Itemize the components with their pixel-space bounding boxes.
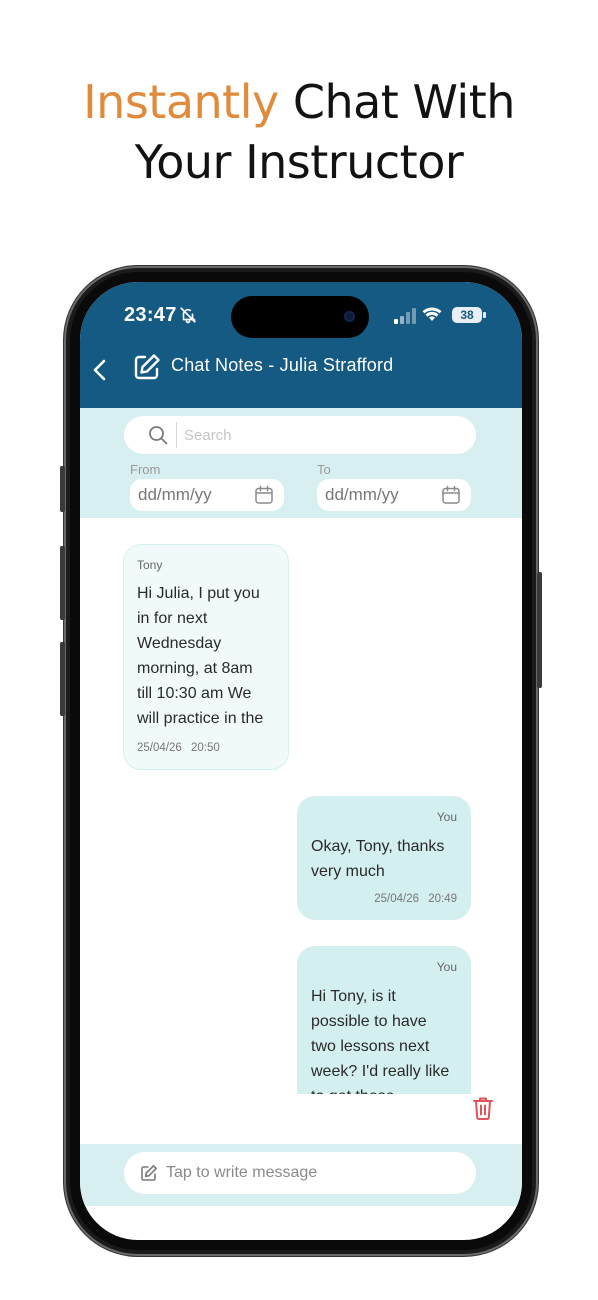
message-line: will practice in the [137, 710, 264, 727]
to-date-value: dd/mm/yy [325, 485, 399, 504]
battery-icon: 38 [452, 307, 482, 323]
message-line: two lessons next [311, 1038, 430, 1055]
message-timestamp: 25/04/26 20:50 [137, 742, 220, 754]
status-time: 23:47 [124, 304, 177, 326]
headline-accent: Instantly [83, 75, 279, 129]
message-time: 20:49 [428, 893, 457, 905]
message-list[interactable]: Tony Hi Julia, I put you in for next Wed… [80, 518, 522, 1094]
calendar-icon[interactable] [441, 485, 461, 505]
message-line: Hi Julia, I put you [137, 585, 260, 602]
page-title: Chat Notes - Julia Strafford [171, 355, 394, 375]
pencil-icon [141, 1165, 157, 1181]
dynamic-island [231, 296, 369, 338]
app-screen: 23:47 38 Chat Notes - Julia Strafford Fr… [80, 282, 522, 1240]
signal-icon [394, 308, 416, 324]
message-date: 25/04/26 [137, 742, 182, 754]
message-line: to get these [311, 1084, 449, 1094]
message-line: Okay, Tony, thanks [311, 838, 445, 855]
from-label: From [130, 462, 161, 477]
to-label: To [317, 462, 331, 477]
volume-down-button [60, 642, 65, 716]
search-icon [149, 426, 168, 445]
message-line: week? I'd really like [311, 1063, 450, 1080]
search-bar[interactable] [124, 416, 476, 454]
trash-icon[interactable] [472, 1096, 494, 1120]
front-camera [344, 311, 355, 322]
message-line: morning, at 8am [137, 660, 253, 677]
to-date-field[interactable]: dd/mm/yy [317, 479, 471, 511]
power-button [537, 572, 542, 688]
message-line: Hi Tony, is it [311, 988, 396, 1005]
message-text: Okay, Tony, thanks very much [311, 834, 444, 884]
battery-tip [483, 312, 486, 318]
search-input[interactable] [184, 423, 464, 447]
from-date-field[interactable]: dd/mm/yy [130, 479, 284, 511]
note-edit-icon [134, 354, 160, 380]
message-sender: You [436, 960, 457, 974]
bell-slash-icon [180, 307, 196, 324]
headline-line-1: Instantly Chat With [0, 72, 598, 132]
calendar-icon[interactable] [254, 485, 274, 505]
message-bubble-sent[interactable]: You Okay, Tony, thanks very much 25/04/2… [297, 796, 471, 920]
filter-panel: From dd/mm/yy To dd/mm/yy [80, 408, 522, 518]
message-line: till 10:30 am We [137, 685, 252, 702]
app-header: 23:47 38 Chat Notes - Julia Strafford [80, 282, 522, 408]
message-line: very much [311, 863, 385, 880]
composer-bar [80, 1144, 522, 1206]
message-timestamp: 25/04/26 20:49 [374, 893, 457, 905]
message-bubble-sent[interactable]: You Hi Tony, is it possible to have two … [297, 946, 471, 1094]
message-bubble-received[interactable]: Tony Hi Julia, I put you in for next Wed… [123, 544, 289, 770]
from-date-value: dd/mm/yy [138, 485, 212, 504]
message-date: 25/04/26 [374, 893, 420, 905]
message-line: in for next [137, 610, 208, 627]
message-sender: Tony [137, 558, 163, 572]
wifi-icon [422, 307, 442, 321]
message-composer[interactable] [124, 1152, 476, 1194]
message-input[interactable] [166, 1161, 456, 1185]
message-sender: You [436, 810, 457, 824]
message-line: Wednesday [137, 635, 222, 652]
message-text: Hi Tony, is it possible to have two less… [311, 984, 449, 1094]
phone-frame: 23:47 38 Chat Notes - Julia Strafford Fr… [60, 266, 542, 1256]
promo-headline: Instantly Chat With Your Instructor [0, 72, 598, 192]
headline-line-2: Your Instructor [134, 135, 464, 189]
action-button [60, 466, 65, 512]
search-divider [176, 422, 177, 448]
volume-up-button [60, 546, 65, 620]
message-text: Hi Julia, I put you in for next Wednesda… [137, 581, 263, 731]
headline-rest: Chat With [292, 75, 516, 129]
back-icon[interactable] [86, 354, 116, 386]
message-time: 20:50 [190, 742, 220, 754]
message-line: possible to have [311, 1013, 427, 1030]
status-bar: 23:47 38 [80, 282, 522, 346]
